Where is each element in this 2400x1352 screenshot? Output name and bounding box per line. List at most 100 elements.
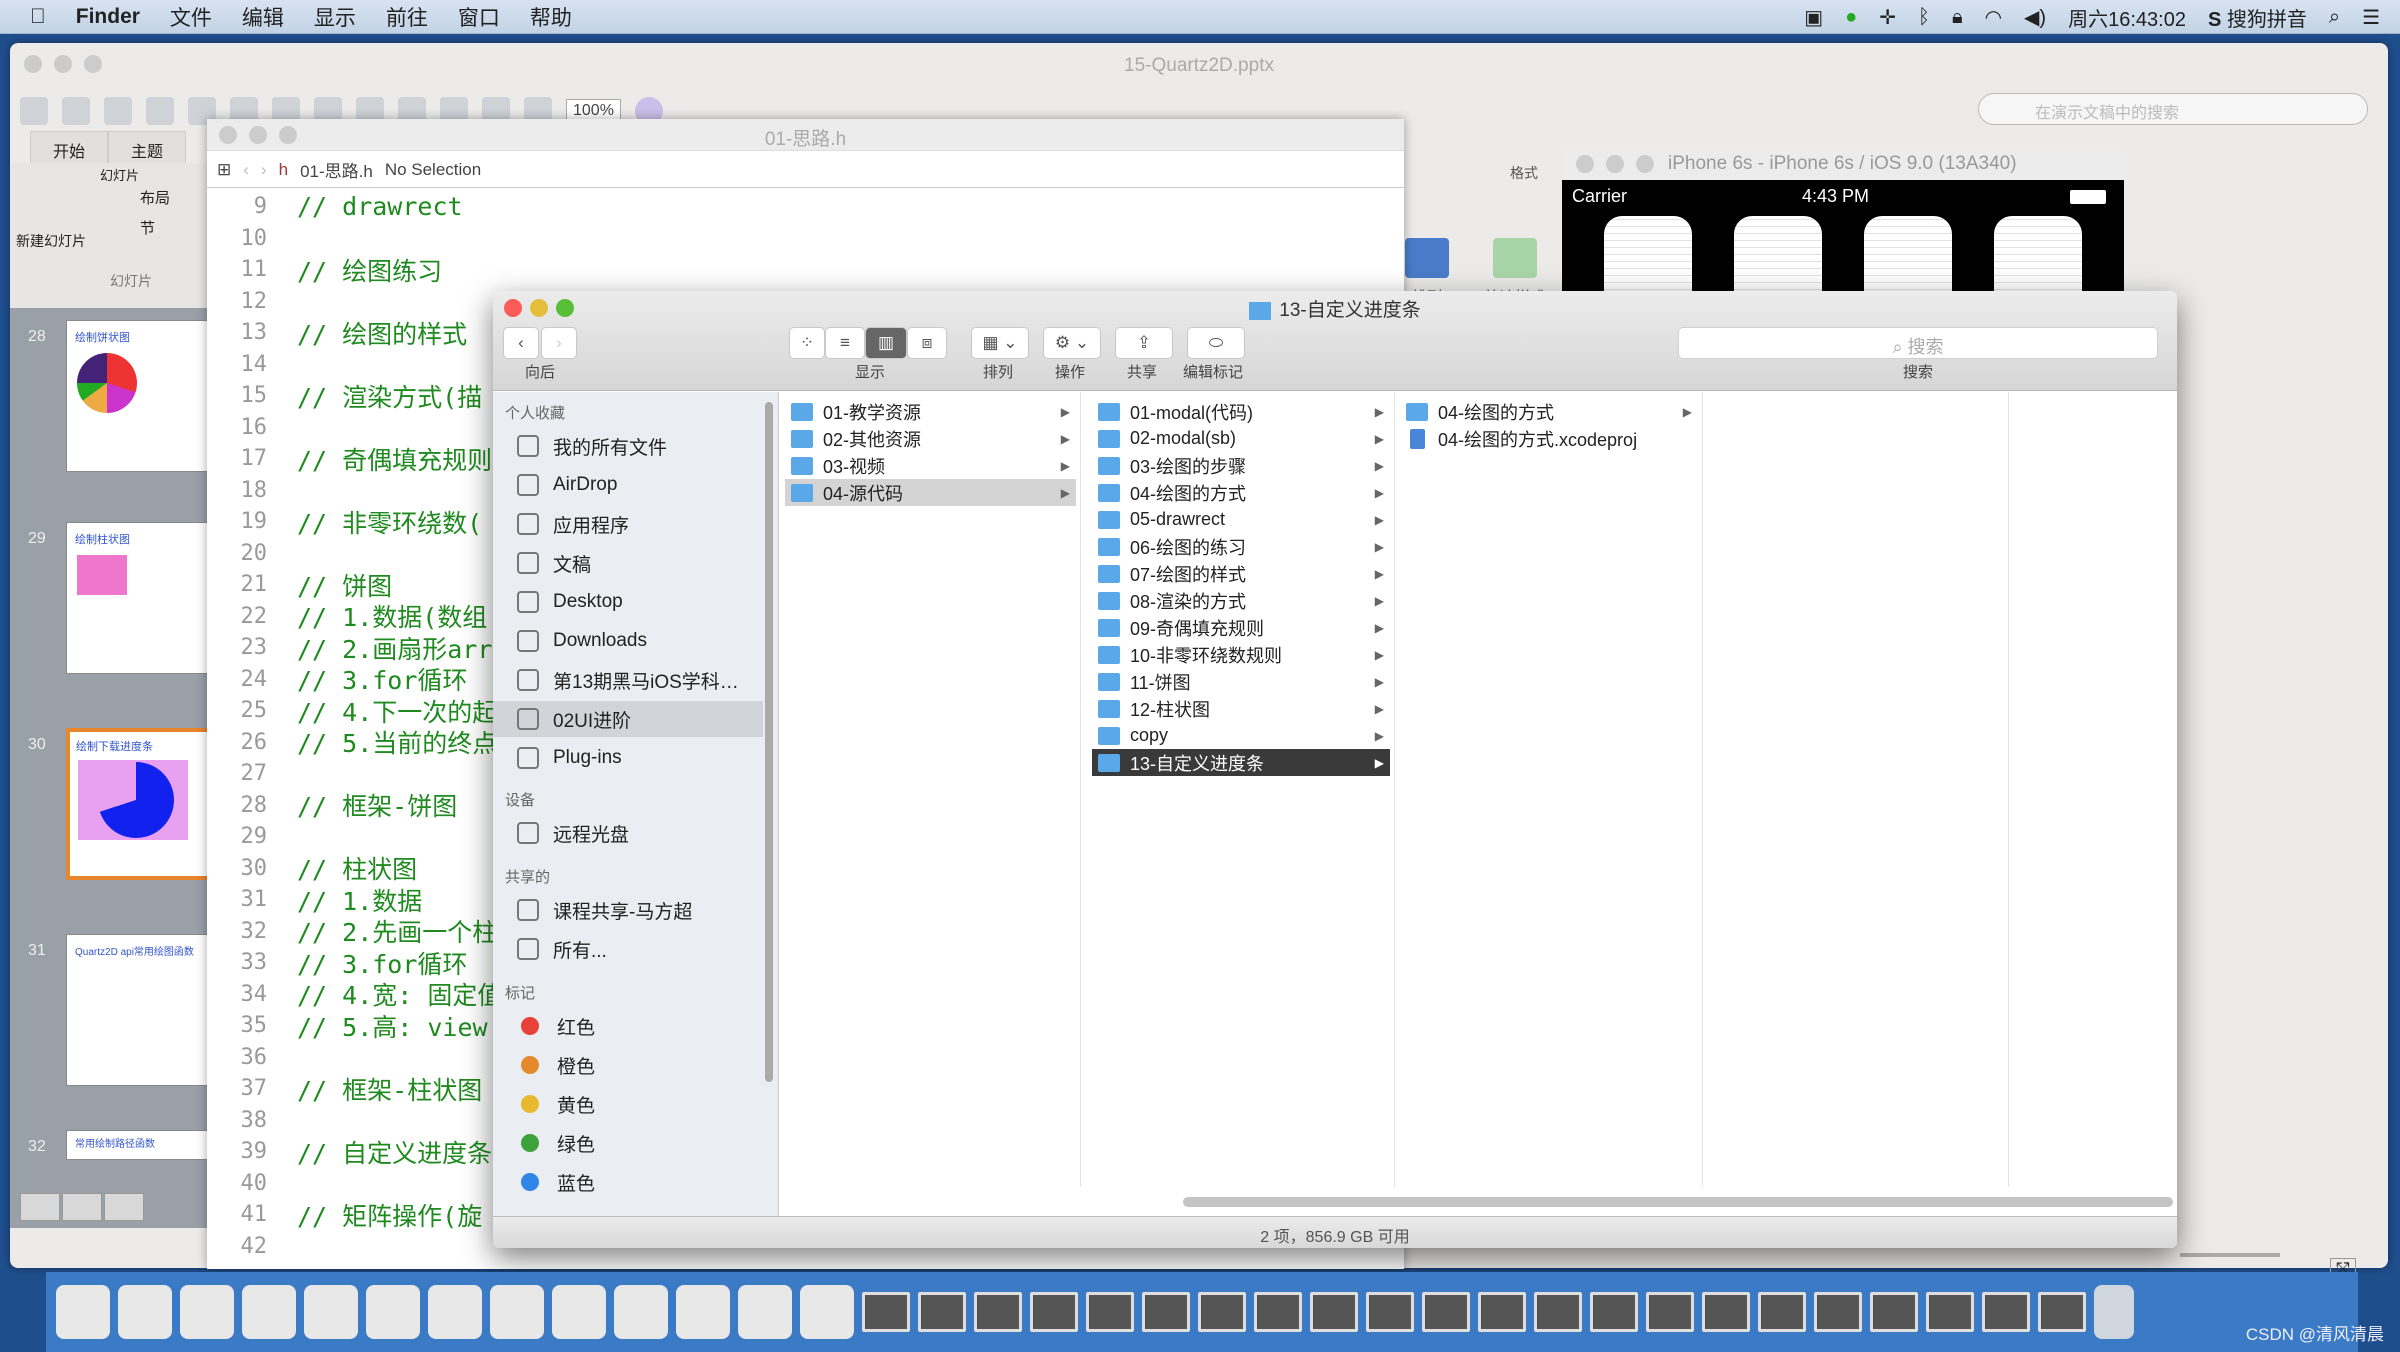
file-row[interactable]: 12-柱状图 ▶ xyxy=(1092,695,1390,722)
ime-menu[interactable]: S 搜狗拼音 xyxy=(2208,3,2307,32)
console-icon[interactable] xyxy=(738,1285,792,1339)
file-row[interactable]: 08-渲染的方式 ▶ xyxy=(1092,587,1390,614)
horizontal-scrollbar[interactable] xyxy=(1183,1197,2173,1207)
file-row[interactable]: 02-其他资源 ▶ xyxy=(785,425,1076,452)
sidebar-item[interactable]: 课程共享-马方超 xyxy=(493,892,763,928)
back-button[interactable]: ‹ xyxy=(503,327,539,359)
simulator-window-controls[interactable] xyxy=(1576,155,1654,173)
minimized-window-thumbnail[interactable] xyxy=(974,1292,1022,1332)
preview-icon[interactable] xyxy=(428,1285,482,1339)
file-row[interactable]: 01-教学资源 ▶ xyxy=(785,398,1076,425)
menu-view[interactable]: 显示 xyxy=(314,2,356,32)
share-button[interactable]: ⇪ xyxy=(1115,327,1173,359)
slideshow-view-button[interactable] xyxy=(104,1193,144,1221)
file-row[interactable]: 03-视频 ▶ xyxy=(785,452,1076,479)
sidebar-item[interactable]: 应用程序 xyxy=(493,506,763,542)
minimized-window-thumbnail[interactable] xyxy=(1086,1292,1134,1332)
sidebar-item[interactable]: 橙色 xyxy=(493,1047,763,1083)
minimized-window-thumbnail[interactable] xyxy=(1142,1292,1190,1332)
sidebar-item[interactable]: Plug-ins xyxy=(493,740,763,776)
file-row[interactable]: 07-绘图的样式 ▶ xyxy=(1092,560,1390,587)
file-row[interactable]: 04-绘图的方式.xcodeproj xyxy=(1400,425,1698,452)
finder-search-input[interactable]: ⌕ 搜索 xyxy=(1678,327,2158,359)
forward-button[interactable]: › xyxy=(541,327,577,359)
file-row[interactable]: 09-奇偶填充规则 ▶ xyxy=(1092,614,1390,641)
sidebar-item[interactable]: 红色 xyxy=(493,1008,763,1044)
new-slide-button[interactable]: 新建幻灯片 xyxy=(16,231,86,251)
minimized-window-thumbnail[interactable] xyxy=(1030,1292,1078,1332)
layout-button[interactable]: 布局 xyxy=(140,187,170,208)
minimized-window-thumbnail[interactable] xyxy=(1646,1292,1694,1332)
clock[interactable]: 周六16:43:02 xyxy=(2068,3,2186,32)
gallery-icon[interactable] xyxy=(62,97,90,125)
sidebar-item[interactable]: 02UI进阶 xyxy=(493,701,763,737)
menu-help[interactable]: 帮助 xyxy=(530,2,572,32)
app-green-icon[interactable]: ● xyxy=(1845,6,1857,29)
sidebar-item[interactable]: 我的所有文件 xyxy=(493,428,763,464)
app-icon-placeholder[interactable] xyxy=(1994,216,2082,296)
bluetooth-icon[interactable]: ᛒ xyxy=(1918,6,1930,29)
jump-selection[interactable]: No Selection xyxy=(385,160,481,180)
sidebar-item[interactable]: AirDrop xyxy=(493,467,763,503)
minimized-window-thumbnail[interactable] xyxy=(1534,1292,1582,1332)
slide-thumb[interactable]: 绘制柱状图 xyxy=(66,522,216,674)
jump-file[interactable]: 01-思路.h xyxy=(300,157,373,182)
menu-window[interactable]: 窗口 xyxy=(458,2,500,32)
terminal-icon[interactable] xyxy=(490,1285,544,1339)
file-row[interactable]: copy ▶ xyxy=(1092,722,1390,749)
slide-thumb[interactable]: 绘制饼状图 xyxy=(66,320,216,472)
file-row[interactable]: 01-modal(代码) ▶ xyxy=(1092,398,1390,425)
xcode-icon[interactable] xyxy=(366,1285,420,1339)
minimized-window-thumbnail[interactable] xyxy=(1758,1292,1806,1332)
file-row[interactable]: 03-绘图的步骤 ▶ xyxy=(1092,452,1390,479)
vertical-scrollbar[interactable] xyxy=(765,402,773,1082)
minimized-window-thumbnail[interactable] xyxy=(1814,1292,1862,1332)
minimized-window-thumbnail[interactable] xyxy=(862,1292,910,1332)
minimized-window-thumbnail[interactable] xyxy=(1422,1292,1470,1332)
minimized-window-thumbnail[interactable] xyxy=(2038,1292,2086,1332)
open-icon[interactable] xyxy=(104,97,132,125)
apple-menu-icon[interactable]:  xyxy=(30,5,46,29)
coverflow-view-button[interactable]: ⧈ xyxy=(907,327,947,359)
menu-file[interactable]: 文件 xyxy=(170,2,212,32)
app-icon-placeholder[interactable] xyxy=(1604,216,1692,296)
notification-center-icon[interactable]: ☰ xyxy=(2362,5,2380,30)
launchpad-icon[interactable] xyxy=(118,1285,172,1339)
menu-edit[interactable]: 编辑 xyxy=(242,2,284,32)
quicktime-icon[interactable] xyxy=(800,1285,854,1339)
file-row[interactable]: 04-绘图的方式 ▶ xyxy=(1092,479,1390,506)
sidebar-item[interactable]: 黄色 xyxy=(493,1086,763,1122)
file-row[interactable]: 11-饼图 ▶ xyxy=(1092,668,1390,695)
trash-icon[interactable] xyxy=(2094,1285,2134,1339)
volume-icon[interactable]: ◀) xyxy=(2024,5,2046,30)
sidebar-item[interactable]: 第13期黑马iOS学科… xyxy=(493,662,763,698)
slide-thumb[interactable]: Quartz2D api常用绘图函数 xyxy=(66,934,216,1086)
icon-view-button[interactable]: ⁘ xyxy=(789,327,825,359)
spotlight-icon[interactable]: ⌕ xyxy=(2329,6,2340,29)
file-row[interactable]: 06-绘图的练习 ▶ xyxy=(1092,533,1390,560)
minimized-window-thumbnail[interactable] xyxy=(1982,1292,2030,1332)
sidebar-item[interactable]: 文稿 xyxy=(493,545,763,581)
app-icon-placeholder[interactable] xyxy=(1864,216,1952,296)
menu-go[interactable]: 前往 xyxy=(386,2,428,32)
screen-record-icon[interactable]: ▣ xyxy=(1804,5,1823,30)
sketch-icon[interactable] xyxy=(614,1285,668,1339)
plus-icon[interactable]: ✛ xyxy=(1879,5,1896,30)
file-row[interactable]: 10-非零环绕数规则 ▶ xyxy=(1092,641,1390,668)
sidebar-item[interactable]: 远程光盘 xyxy=(493,815,763,851)
app-icon-placeholder[interactable] xyxy=(1734,216,1822,296)
sorter-view-button[interactable] xyxy=(62,1193,102,1221)
sidebar-item[interactable]: 蓝色 xyxy=(493,1164,763,1200)
system-preferences-icon[interactable] xyxy=(552,1285,606,1339)
ppt-search-input[interactable]: 在演示文稿中的搜索 xyxy=(1978,93,2368,125)
forward-icon[interactable]: › xyxy=(261,160,267,180)
file-row[interactable]: 05-drawrect ▶ xyxy=(1092,506,1390,533)
menu-app-finder[interactable]: Finder xyxy=(76,5,140,29)
minimized-window-thumbnail[interactable] xyxy=(1478,1292,1526,1332)
save-icon[interactable] xyxy=(146,97,174,125)
file-row[interactable]: 04-绘图的方式 ▶ xyxy=(1400,398,1698,425)
lock-icon[interactable]: 🔒︎ xyxy=(1952,6,1963,29)
edit-tags-button[interactable]: ⬭ xyxy=(1187,327,1245,359)
minimized-window-thumbnail[interactable] xyxy=(1254,1292,1302,1332)
minimized-window-thumbnail[interactable] xyxy=(1198,1292,1246,1332)
